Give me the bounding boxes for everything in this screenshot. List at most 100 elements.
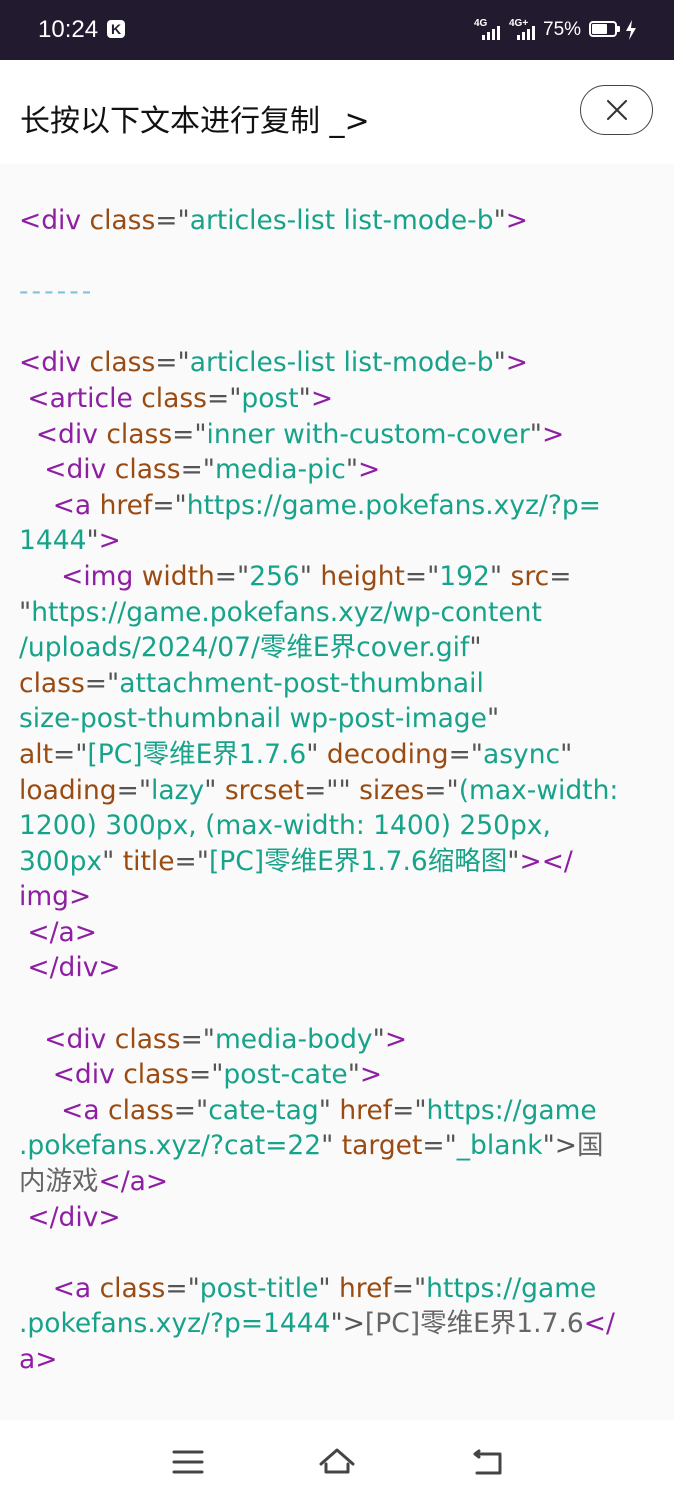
code-token: https://game.pokefans.xyz/?p= <box>186 489 601 521</box>
code-token: " <box>19 596 32 628</box>
code-token: =" <box>206 382 242 414</box>
code-line: alt="[PC]零维E界1.7.6" decoding="async" <box>19 737 655 773</box>
code-line: size-post-thumbnail wp-post-image" <box>19 701 655 737</box>
code-token: class <box>106 418 173 450</box>
code-token: "> <box>542 1130 577 1162</box>
code-token: =" <box>180 454 215 486</box>
code-line: loading="lazy" srcset="" sizes="(max-wid… <box>19 773 655 809</box>
code-line: <div class="inner with-custom-cover"> <box>19 417 655 453</box>
code-token: =" <box>404 560 440 592</box>
code-line: <a class="post-title" href="https://game <box>19 1271 655 1307</box>
code-token: " <box>102 845 123 877</box>
code-token: /uploads/2024/07/零维E界cover.gif <box>19 632 470 664</box>
code-token: img> <box>19 881 92 913</box>
code-line: .pokefans.xyz/?cat=22" target="_blank">国 <box>19 1128 655 1164</box>
code-line: <img width="256" height="192" src= <box>19 559 655 595</box>
code-token: =" <box>180 1023 215 1055</box>
code-token: > <box>505 205 528 236</box>
code-token: [PC]零维E界1.7.6缩略图 <box>208 845 508 877</box>
code-token: </ <box>583 1308 615 1340</box>
code-token: <a <box>19 1094 108 1126</box>
code-token: " <box>321 1130 342 1162</box>
code-line: </div> <box>19 1200 655 1236</box>
code-token: > <box>541 418 565 450</box>
code-token: post-title <box>199 1272 319 1304</box>
code-token: async <box>483 738 561 770</box>
code-token: " <box>489 560 511 592</box>
code-token: media-body <box>214 1023 373 1055</box>
code-token: > <box>310 382 334 414</box>
k-app-icon: K <box>107 20 125 38</box>
code-token: </div> <box>19 952 121 984</box>
code-token: media-pic <box>214 454 346 486</box>
dialog-header: 长按以下文本进行复制 _> <box>0 60 674 164</box>
code-token: </div> <box>19 1201 121 1233</box>
code-token: " <box>469 632 482 664</box>
code-line: <div class="articles-list list-mode-b"> <box>19 345 655 381</box>
code-token: " <box>318 1272 339 1304</box>
code-token: =" <box>53 738 88 770</box>
code-token: ="" <box>304 774 360 806</box>
code-token: " <box>298 382 311 414</box>
charging-bolt-icon <box>626 20 636 40</box>
code-token: " <box>486 703 500 735</box>
code-token: href <box>99 489 153 521</box>
close-icon <box>607 100 627 120</box>
code-token: href <box>339 1272 392 1304</box>
close-button[interactable] <box>580 85 653 135</box>
code-token: =" <box>173 1094 209 1126</box>
back-icon <box>473 1449 502 1475</box>
code-token: =" <box>422 1130 457 1162</box>
code-token: " <box>560 738 573 770</box>
code-line: class="attachment-post-thumbnail <box>19 666 655 702</box>
back-button[interactable] <box>467 1442 507 1482</box>
code-token: " <box>507 845 520 877</box>
code-token: (max-width: <box>458 774 619 806</box>
code-token: articles-list list-mode-b <box>189 205 494 236</box>
code-token: =" <box>391 1272 427 1304</box>
code-token: articles-list list-mode-b <box>189 347 494 379</box>
code-line: <div class="post-cate"> <box>19 1057 655 1093</box>
code-token: class <box>89 347 156 379</box>
code-token: =" <box>424 774 459 806</box>
code-token: loading <box>19 774 117 806</box>
code-line: 1200) 300px, (max-width: 1400) 250px, <box>19 808 655 844</box>
code-token: class <box>108 1094 174 1126</box>
code-token: [PC]零维E界1.7.6 <box>364 1308 584 1340</box>
code-token: inner with-custom-cover <box>206 418 530 450</box>
code-token: " <box>372 1023 385 1055</box>
code-token: alt <box>19 738 53 770</box>
code-token: =" <box>165 1272 200 1304</box>
code-token: srcset <box>224 774 305 806</box>
menu-button[interactable] <box>168 1442 208 1482</box>
code-line: </div> <box>19 950 655 986</box>
code-text-area[interactable]: <div class="articles-list list-mode-b"> … <box>0 164 674 1420</box>
battery-percent: 75% <box>543 19 582 40</box>
code-token: > <box>505 347 528 379</box>
code-token: .pokefans.xyz/?cat=22 <box>19 1130 322 1162</box>
code-token: .pokefans.xyz/?p=1444 <box>19 1308 331 1340</box>
code-line: <div class="media-pic"> <box>19 452 655 488</box>
code-token: " <box>204 774 225 806</box>
code-token: > <box>98 525 121 557</box>
code-token: <div <box>19 347 90 379</box>
code-token: " <box>529 418 542 450</box>
code-line: <article class="post"> <box>19 381 655 417</box>
code-token: " <box>318 1094 340 1126</box>
code-token: 内游戏 <box>19 1166 99 1198</box>
code-token: 国 <box>577 1130 604 1162</box>
code-token: https://game.pokefans.xyz/wp-content <box>31 596 542 628</box>
code-token: =" <box>174 845 209 877</box>
signal-4g-icon: 4G <box>474 18 504 40</box>
home-button[interactable] <box>317 1442 357 1482</box>
code-token: =" <box>152 489 187 521</box>
code-text[interactable]: <div class="articles-list list-mode-b"> … <box>19 203 655 1378</box>
code-token: = <box>549 560 572 592</box>
code-token: " <box>306 738 327 770</box>
code-token: <div <box>19 205 90 236</box>
code-token: class <box>114 454 181 486</box>
code-token: width <box>141 560 215 592</box>
code-token: 300px <box>19 845 103 877</box>
